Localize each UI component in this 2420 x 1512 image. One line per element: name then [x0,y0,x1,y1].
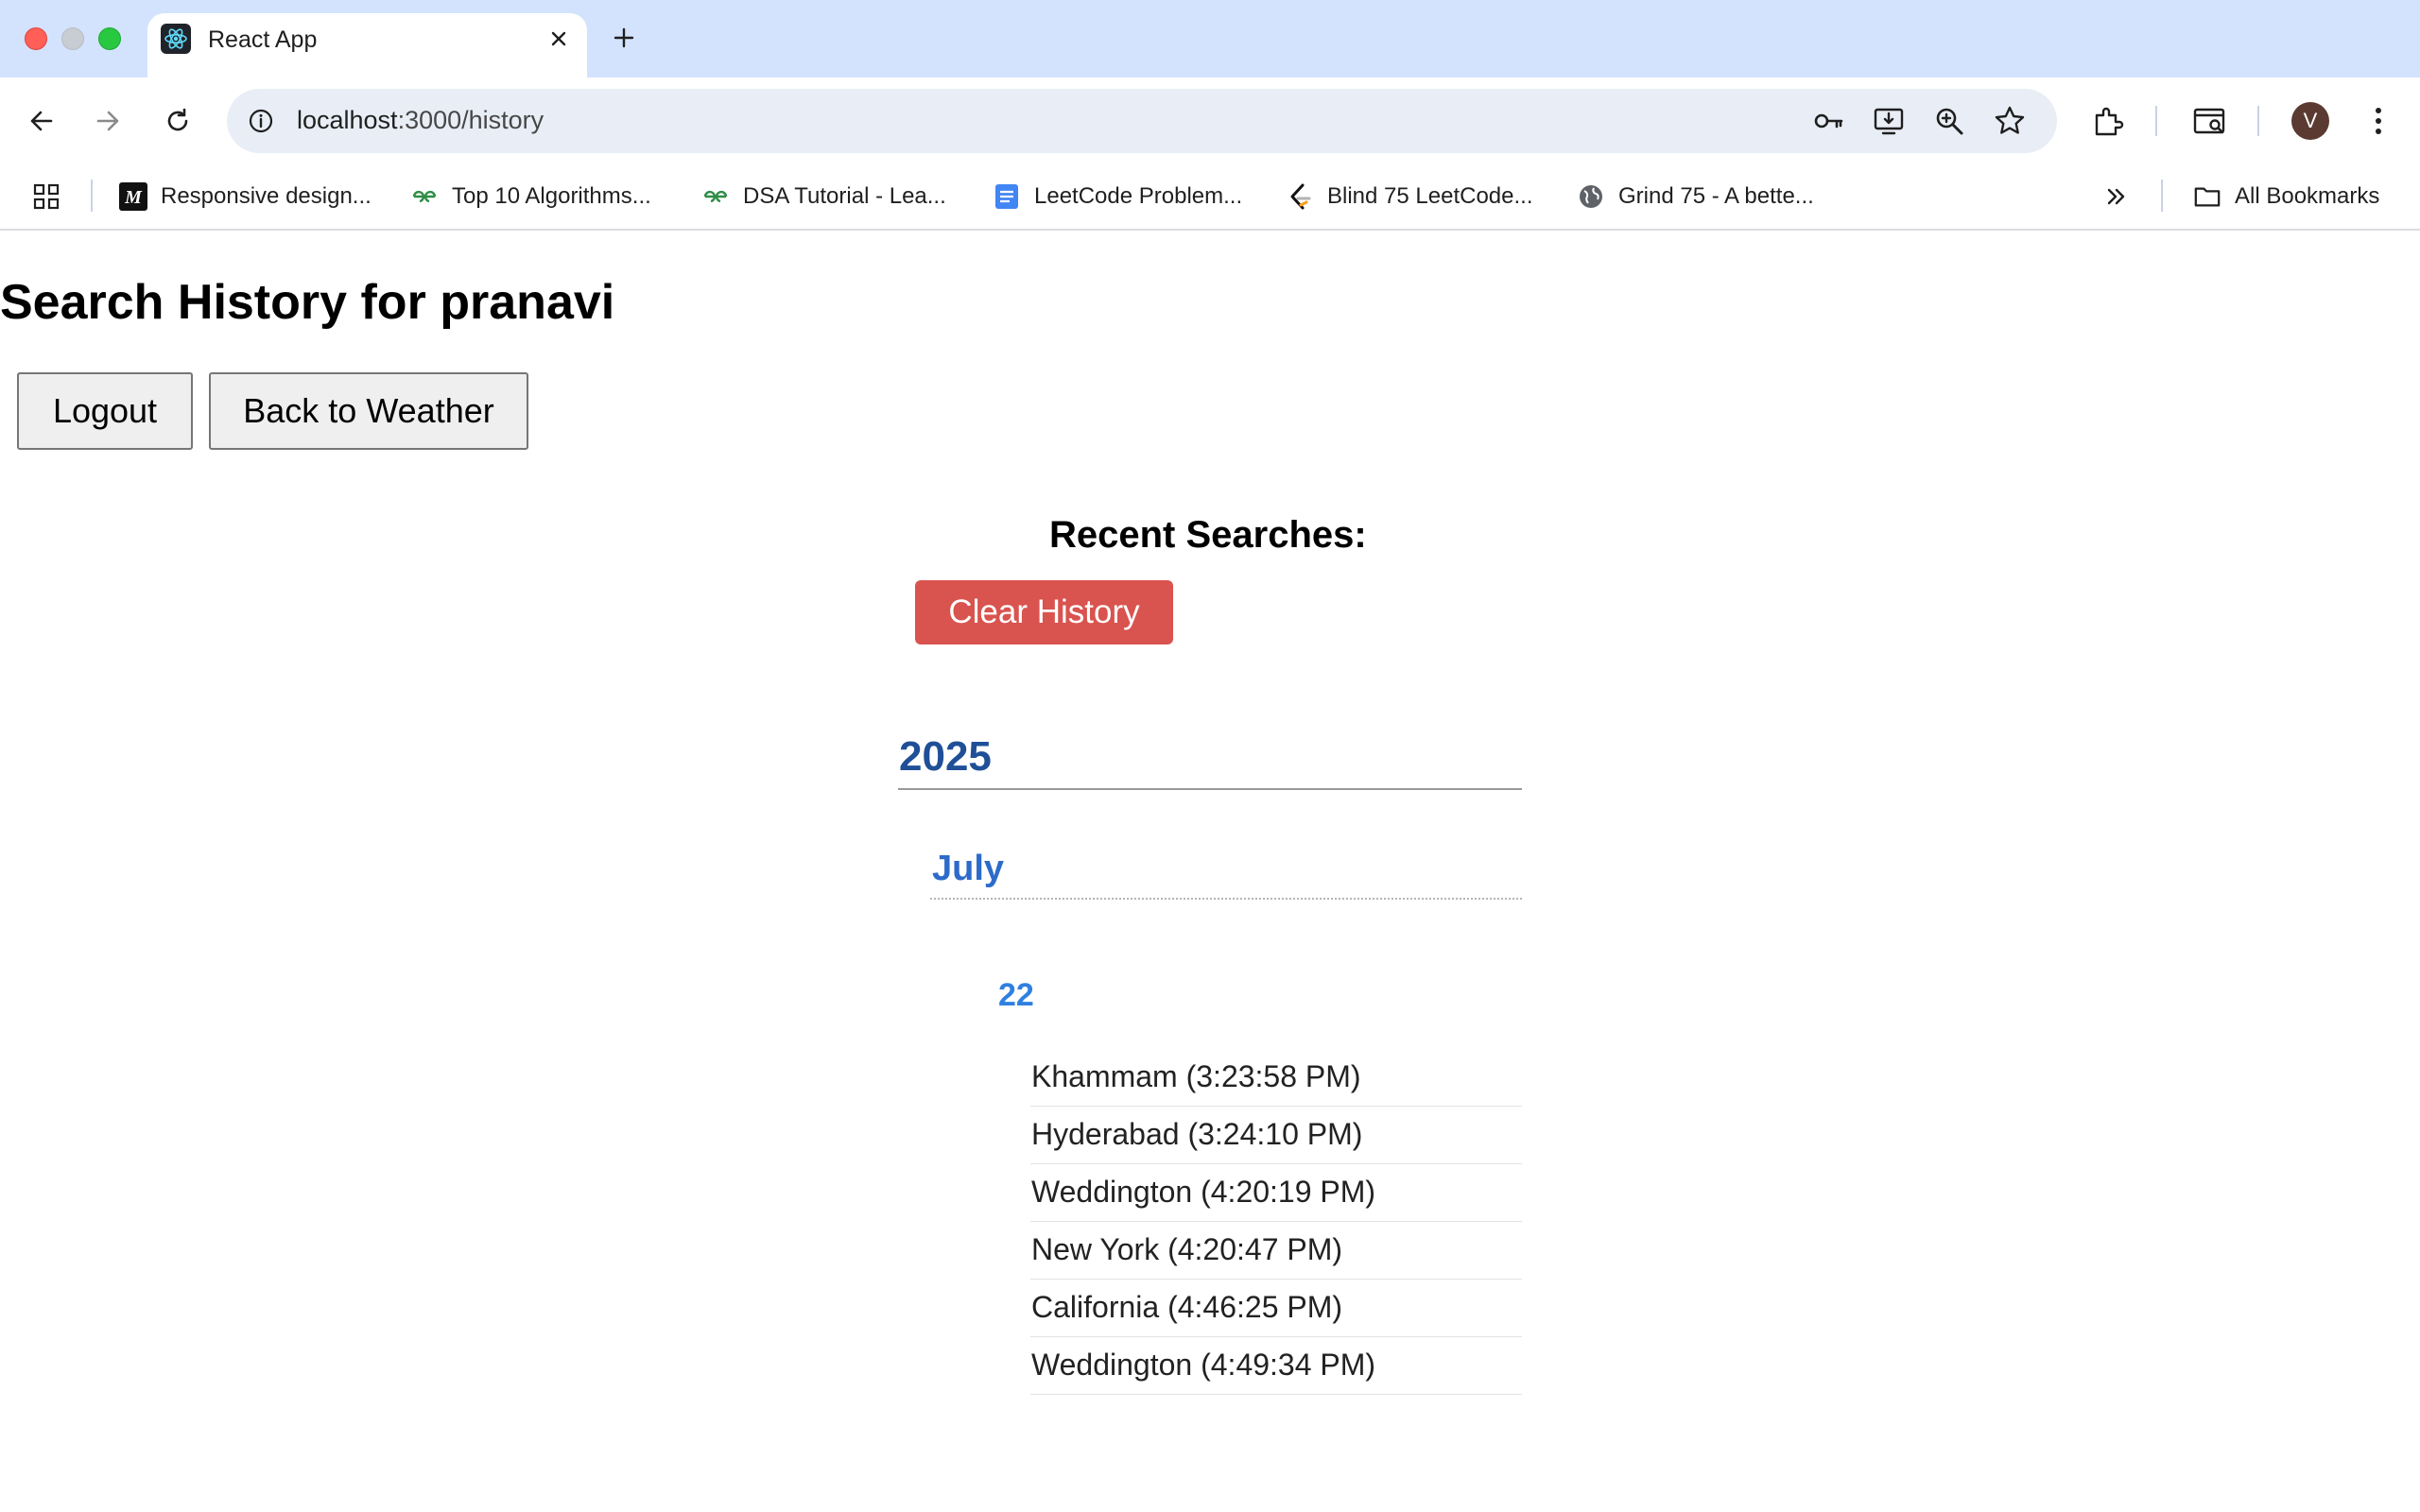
bookmark-label: LeetCode Problem... [1034,183,1243,209]
search-history-list: Khammam (3:23:58 PM) Hyderabad (3:24:10 … [1030,1049,1522,1395]
history-entry: Hyderabad (3:24:10 PM) [1030,1107,1522,1164]
history-entry: Weddington (4:20:19 PM) [1030,1164,1522,1222]
history-entry: Weddington (4:49:34 PM) [1030,1337,1522,1395]
docs-icon [993,182,1021,211]
back-arrow-icon[interactable] [21,100,62,142]
gfg-icon [410,182,439,211]
more-bookmarks-chevron-icon[interactable] [2104,180,2129,214]
maximize-window-button[interactable] [98,27,121,50]
forward-arrow-icon[interactable] [87,100,129,142]
page-title: Search History for pranavi [0,275,615,330]
reload-icon[interactable] [157,100,199,142]
react-icon [161,24,191,54]
minimize-window-button[interactable] [61,27,84,50]
zoom-icon[interactable] [1930,102,1968,140]
year-label: 2025 [899,733,992,780]
month-heading: July [930,845,1522,900]
globe-icon [1577,182,1605,211]
history-entry: New York (4:20:47 PM) [1030,1222,1522,1280]
history-entry: Khammam (3:23:58 PM) [1030,1049,1522,1107]
toolbar-divider [2155,106,2157,136]
all-bookmarks-label: All Bookmarks [2235,183,2380,209]
all-bookmarks-button[interactable]: All Bookmarks [2193,180,2379,214]
gfg-icon [701,182,730,211]
back-to-weather-button[interactable]: Back to Weather [209,372,528,450]
bookmark-star-icon[interactable] [1991,102,2029,140]
bookmark-dsa-tutorial[interactable]: DSA Tutorial - Lea... [701,180,946,214]
bookmark-blind-75[interactable]: Blind 75 LeetCode... [1286,180,1533,214]
bookmark-label: Grind 75 - A bette... [1618,183,1814,209]
bookmark-leetcode-problem[interactable]: LeetCode Problem... [993,180,1242,214]
site-info-icon[interactable] [246,106,276,136]
new-tab-icon[interactable] [605,19,643,57]
tab-search-icon[interactable] [2189,100,2231,142]
install-app-icon[interactable] [1870,102,1908,140]
month-label: July [932,849,1005,888]
folder-icon [2193,182,2221,211]
bookmarks-divider [91,180,93,212]
address-bar[interactable]: localhost:3000/history [227,89,2057,153]
toolbar-divider [2257,106,2259,136]
bookmarks-divider [2161,180,2163,212]
recent-searches-title: Recent Searches: [1049,514,1367,556]
extensions-icon[interactable] [2087,100,2129,142]
logout-button[interactable]: Logout [17,372,193,450]
clear-history-button[interactable]: Clear History [915,580,1173,644]
tab-title: React App [208,26,318,53]
bookmark-top-10-algorithms[interactable]: Top 10 Algorithms... [410,180,651,214]
close-tab-icon[interactable] [543,23,575,55]
leetcode-icon [1286,182,1314,211]
tab-strip: React App [0,0,2420,77]
bookmark-grind-75[interactable]: Grind 75 - A bette... [1577,180,1814,214]
close-window-button[interactable] [25,27,47,50]
bookmark-label: Responsive design... [161,183,372,209]
apps-grid-icon[interactable] [32,180,60,214]
year-heading: 2025 [898,730,1522,790]
profile-avatar[interactable]: V [2291,102,2329,140]
url-text: localhost:3000/history [297,106,544,134]
medium-icon: M [119,182,147,211]
page-content: Search History for pranavi Logout Back t… [0,231,2420,1512]
bookmark-label: Top 10 Algorithms... [452,183,651,209]
password-key-icon[interactable] [1809,102,1847,140]
bookmark-label: Blind 75 LeetCode... [1327,183,1533,209]
history-entry: California (4:46:25 PM) [1030,1280,1522,1337]
bookmark-label: DSA Tutorial - Lea... [743,183,946,209]
bookmark-responsive-design[interactable]: M Responsive design... [119,180,372,214]
more-menu-icon[interactable] [2358,100,2399,142]
day-heading: 22 [998,977,1034,1013]
browser-toolbar: localhost:3000/history [0,77,2420,164]
tab-react-app[interactable]: React App [147,13,587,77]
svg-text:M: M [124,187,143,208]
bookmarks-bar: M Responsive design... Top 10 Algorithms… [0,164,2420,231]
